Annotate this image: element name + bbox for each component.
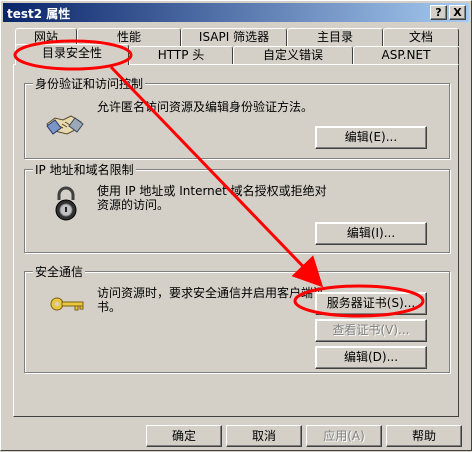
padlock-icon [55, 186, 77, 221]
tab-aspnet[interactable]: ASP.NET [353, 46, 459, 64]
group-secure-title: 安全通信 [33, 263, 86, 280]
ip-edit-button[interactable]: 编辑(I)... [315, 222, 427, 245]
close-button[interactable]: X [449, 5, 466, 20]
auth-description: 允许匿名访问资源及编辑身份验证方法。 [97, 100, 314, 114]
apply-button[interactable]: 应用(A) [306, 425, 382, 447]
view-certificate-button[interactable]: 查看证书(V)... [315, 319, 427, 342]
properties-dialog: test2 属性 ? X 网站 性能 ISAPI 筛选器 主目录 文档 目录安全… [0, 0, 472, 451]
tab-home-directory[interactable]: 主目录 [287, 28, 383, 46]
help-footer-button[interactable]: 帮助 [386, 425, 462, 447]
ip-description: 使用 IP 地址或 Internet 域名授权或拒绝对资源的访问。 [97, 184, 327, 212]
key-icon [50, 297, 84, 311]
handshake-icon [46, 115, 84, 135]
help-button[interactable]: ? [430, 5, 447, 20]
tab-panel: 身份验证和访问控制 允许匿名访问资源及编辑身份验证方法。 编辑(E)... IP… [13, 64, 459, 417]
cancel-button[interactable]: 取消 [226, 425, 302, 447]
secure-edit-button[interactable]: 编辑(D)... [315, 346, 427, 369]
ok-button[interactable]: 确定 [146, 425, 222, 447]
window-title: test2 属性 [7, 7, 71, 21]
tab-directory-security[interactable]: 目录安全性 [15, 44, 129, 65]
group-ip-title: IP 地址和域名限制 [33, 161, 136, 178]
secure-description: 访问资源时，要求安全通信并启用客户端证书。 [97, 286, 326, 314]
tab-custom-errors[interactable]: 自定义错误 [233, 46, 353, 64]
auth-edit-button[interactable]: 编辑(E)... [315, 126, 427, 149]
group-ip-restrictions: IP 地址和域名限制 使用 IP 地址或 Internet 域名授权或拒绝对资源… [24, 161, 450, 253]
tab-isapi-filters[interactable]: ISAPI 筛选器 [181, 28, 287, 46]
server-certificate-button[interactable]: 服务器证书(S)... [315, 292, 427, 315]
tab-documents[interactable]: 文档 [383, 28, 459, 46]
tab-http-headers[interactable]: HTTP 头 [129, 46, 233, 64]
title-bar: test2 属性 ? X [3, 3, 469, 22]
group-auth-title: 身份验证和访问控制 [33, 75, 146, 92]
group-secure-communication: 安全通信 访问资源时，要求安全通信并启用客户端证书。 服务器证书(S)... 查… [24, 263, 450, 373]
group-auth-access: 身份验证和访问控制 允许匿名访问资源及编辑身份验证方法。 编辑(E)... [24, 75, 450, 159]
